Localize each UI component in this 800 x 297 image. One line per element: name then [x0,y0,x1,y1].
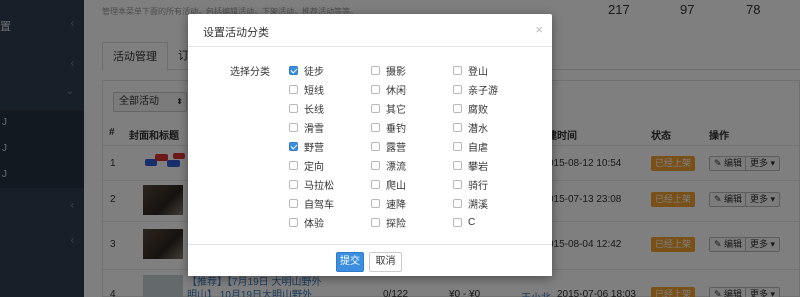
category-checkbox[interactable]: 探险 [371,215,406,230]
category-label: 探险 [386,218,406,230]
checkbox-unchecked-icon [453,103,462,113]
checkbox-unchecked-icon [453,217,462,227]
checkbox-unchecked-icon [289,84,298,94]
category-label: C [468,216,476,228]
category-checkbox[interactable]: 漂流 [371,158,406,173]
category-checkbox[interactable]: 自驾车 [289,196,334,211]
checkbox-unchecked-icon [371,198,380,208]
submit-button[interactable]: 提交 [336,252,364,272]
checkbox-unchecked-icon [371,217,380,227]
category-checkbox[interactable]: 滑雪 [289,120,324,135]
category-checkbox[interactable]: 自虐 [453,139,488,154]
modal-header: 设置活动分类 × [188,14,552,47]
category-label: 亲子游 [468,85,498,97]
checkbox-unchecked-icon [453,198,462,208]
category-label: 马拉松 [304,180,334,192]
category-label: 漂流 [386,161,406,173]
category-checkbox[interactable]: 摄影 [371,63,406,78]
checkbox-unchecked-icon [453,160,462,170]
close-icon[interactable]: × [535,22,543,37]
category-checkbox[interactable]: 休闲 [371,82,406,97]
category-label: 休闲 [386,85,406,97]
checkbox-unchecked-icon [453,84,462,94]
category-label: 短线 [304,85,324,97]
checkbox-unchecked-icon [289,179,298,189]
checkbox-unchecked-icon [371,122,380,132]
category-checkbox[interactable]: 潜水 [453,120,488,135]
category-checkbox[interactable]: 长线 [289,101,324,116]
category-field-label: 选择分类 [230,67,270,78]
category-checkbox[interactable]: 马拉松 [289,177,334,192]
category-label: 登山 [468,66,488,78]
category-label: 攀岩 [468,161,488,173]
checkbox-unchecked-icon [289,103,298,113]
checkbox-unchecked-icon [453,122,462,132]
category-label: 速降 [386,199,406,211]
checkbox-unchecked-icon [289,198,298,208]
category-checkbox[interactable]: 定向 [289,158,324,173]
checkbox-checked-icon [289,141,298,151]
category-label: 长线 [304,104,324,116]
category-label: 体验 [304,218,324,230]
checkbox-checked-icon [289,65,298,75]
category-checkbox[interactable]: 溯溪 [453,196,488,211]
cancel-button[interactable]: 取消 [369,252,402,272]
checkbox-unchecked-icon [289,217,298,227]
checkbox-unchecked-icon [289,122,298,132]
category-checkbox[interactable]: 野营 [289,139,324,154]
checkbox-unchecked-icon [289,160,298,170]
checkbox-unchecked-icon [371,160,380,170]
checkbox-unchecked-icon [371,103,380,113]
category-label: 野营 [304,142,324,154]
category-label: 自虐 [468,142,488,154]
category-label: 垂钓 [386,123,406,135]
category-checkbox[interactable]: C [453,215,475,229]
category-label: 溯溪 [468,199,488,211]
category-checkbox[interactable]: 体验 [289,215,324,230]
checkbox-unchecked-icon [371,65,380,75]
checkbox-unchecked-icon [371,179,380,189]
category-label: 定向 [304,161,324,173]
checkbox-unchecked-icon [453,141,462,151]
category-checkbox[interactable]: 腐败 [453,101,488,116]
category-checkbox[interactable]: 短线 [289,82,324,97]
category-label: 滑雪 [304,123,324,135]
category-checkbox[interactable]: 亲子游 [453,82,498,97]
category-label: 其它 [386,104,406,116]
modal-title: 设置活动分类 [203,27,269,39]
category-label: 骑行 [468,180,488,192]
checkbox-unchecked-icon [371,84,380,94]
checkbox-unchecked-icon [371,141,380,151]
category-label: 摄影 [386,66,406,78]
category-label: 露营 [386,142,406,154]
category-checkbox[interactable]: 速降 [371,196,406,211]
modal-footer: 提交 取消 [188,244,552,276]
checkbox-unchecked-icon [453,179,462,189]
category-label: 潜水 [468,123,488,135]
category-checkbox[interactable]: 露营 [371,139,406,154]
category-checkbox[interactable]: 攀岩 [453,158,488,173]
category-checkbox[interactable]: 其它 [371,101,406,116]
category-modal: 设置活动分类 × 选择分类 徒步 摄影 登山短线 休闲 亲子游长线 其它 腐败滑雪 垂钓 潜水野… [188,14,552,276]
checkbox-unchecked-icon [453,65,462,75]
category-checkbox[interactable]: 登山 [453,63,488,78]
category-label: 自驾车 [304,199,334,211]
category-checkbox[interactable]: 徒步 [289,63,324,78]
category-label: 爬山 [386,180,406,192]
category-checkbox[interactable]: 骑行 [453,177,488,192]
category-checkbox[interactable]: 垂钓 [371,120,406,135]
category-checkbox[interactable]: 爬山 [371,177,406,192]
category-label: 腐败 [468,104,488,116]
category-label: 徒步 [304,66,324,78]
